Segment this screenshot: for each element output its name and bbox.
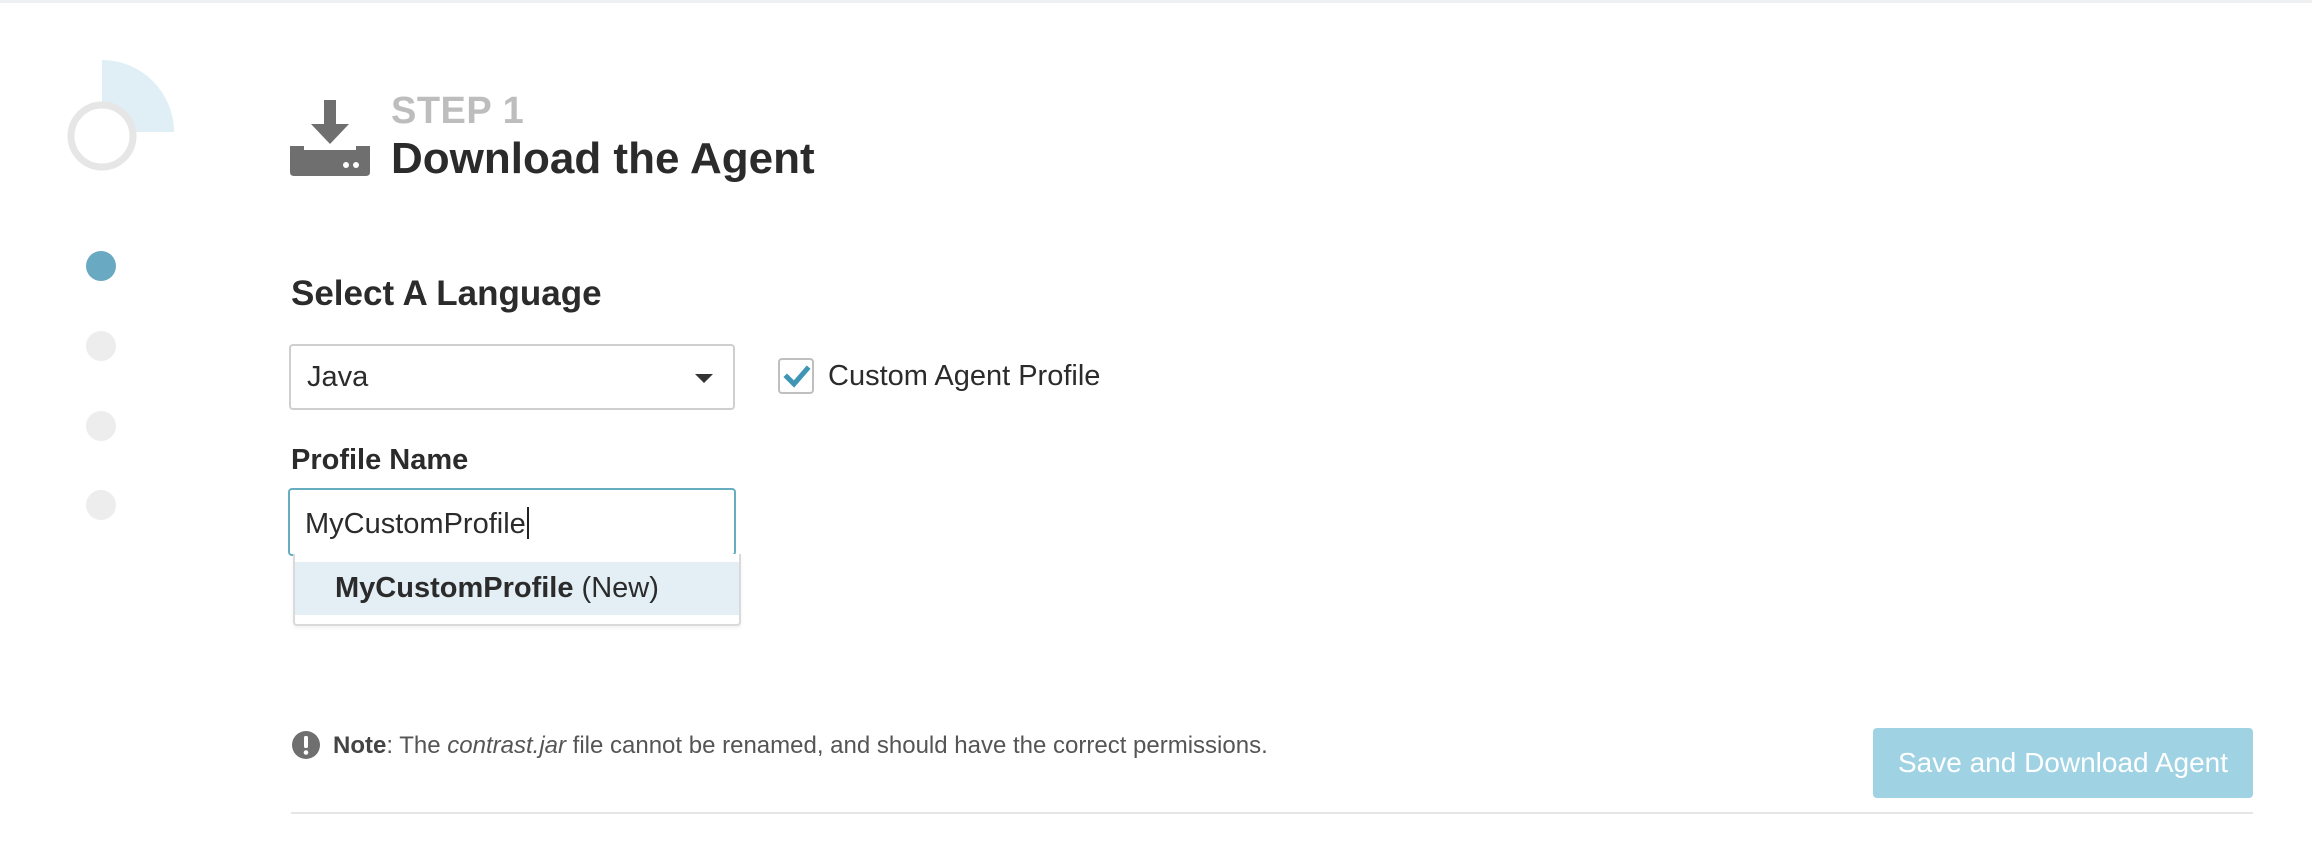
profile-suggestion-dropdown: MyCustomProfile (New)	[293, 554, 741, 626]
custom-agent-profile-label[interactable]: Custom Agent Profile	[828, 360, 1100, 393]
language-select-value: Java	[307, 361, 369, 393]
note-filename: contrast.jar	[447, 732, 566, 759]
divider	[291, 812, 2253, 814]
save-and-download-agent-button[interactable]: Save and Download Agent	[1873, 728, 2253, 798]
note-text-part-1: : The	[386, 732, 448, 759]
custom-agent-profile-checkbox[interactable]	[778, 358, 814, 394]
note-label: Note	[333, 732, 387, 759]
progress-step-2-dot	[86, 331, 116, 361]
step-label: STEP 1	[391, 90, 525, 132]
page-title: Download the Agent	[391, 134, 815, 183]
progress-step-3-dot	[86, 411, 116, 441]
profile-suggestion-item[interactable]: MyCustomProfile (New)	[295, 562, 739, 615]
note-text: Note: The contrast.jar file cannot be re…	[333, 732, 1268, 760]
chevron-down-icon	[695, 374, 713, 383]
checkmark-icon	[783, 365, 811, 388]
profile-name-input[interactable]: MyCustomProfile	[288, 488, 736, 556]
text-cursor	[526, 507, 529, 539]
note-text-part-2: file cannot be renamed, and should have …	[566, 732, 1268, 759]
profile-name-label: Profile Name	[291, 444, 469, 476]
exclamation-circle-icon	[292, 731, 320, 759]
language-select[interactable]: Java	[289, 344, 735, 410]
progress-step-1-dot	[86, 251, 116, 281]
suggestion-profile-name: MyCustomProfile	[335, 572, 574, 604]
profile-name-value: MyCustomProfile	[305, 508, 526, 540]
suggestion-new-tag: (New)	[573, 572, 659, 604]
top-border	[0, 0, 2312, 3]
select-language-heading: Select A Language	[291, 274, 602, 313]
progress-ring-icon	[67, 60, 174, 171]
download-icon	[290, 100, 370, 176]
progress-step-4-dot	[86, 490, 116, 520]
